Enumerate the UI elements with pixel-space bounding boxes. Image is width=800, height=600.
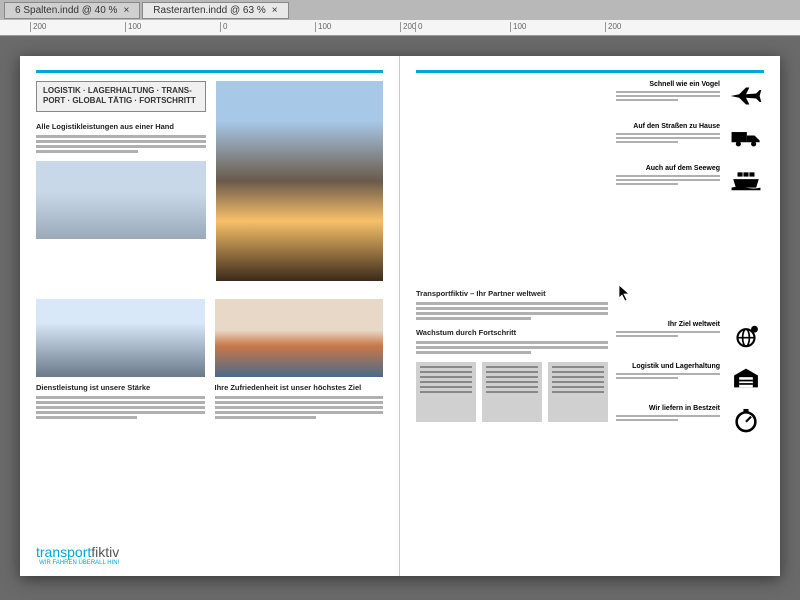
- ship-icon: [728, 165, 764, 195]
- tab-rasterarten[interactable]: Rasterarten.indd @ 63 % ×: [142, 2, 288, 19]
- feature-title: Logistik und Lagerhaltung: [616, 363, 720, 370]
- feature-title: Wir liefern in Bestzeit: [616, 405, 720, 412]
- ruler-mark: 200: [605, 22, 621, 32]
- ruler-mark: 100: [510, 22, 526, 32]
- body-text: [215, 396, 384, 419]
- feature-item: Ihr Ziel weltweit: [616, 321, 764, 351]
- image-airplane[interactable]: [36, 161, 206, 239]
- feature-title: Ihr Ziel weltweit: [616, 321, 720, 328]
- section-heading: Ihre Zufriedenheit ist unser höchstes Zi…: [215, 383, 384, 392]
- feature-title: Auf den Straßen zu Hause: [616, 123, 720, 130]
- ruler-mark: 200: [400, 22, 416, 32]
- section-heading: Alle Logistikleistungen aus einer Hand: [36, 122, 206, 131]
- feature-title: Schnell wie ein Vogel: [616, 81, 720, 88]
- document-tab-bar: 6 Spalten.indd @ 40 % × Rasterarten.indd…: [0, 0, 800, 20]
- right-page[interactable]: Schnell wie ein Vogel Auf den Straßen zu…: [400, 56, 780, 576]
- feature-item: Wir liefern in Bestzeit: [616, 405, 764, 435]
- ruler-mark: 0: [415, 22, 422, 32]
- logo-part-b: fiktiv: [91, 544, 119, 560]
- image-hero-city[interactable]: [216, 81, 383, 281]
- data-columns: [416, 362, 608, 422]
- feature-item: Auf den Straßen zu Hause: [616, 123, 764, 153]
- feature-item: Logistik und Lagerhaltung: [616, 363, 764, 393]
- tab-label: Rasterarten.indd @ 63 %: [153, 5, 265, 16]
- logo-part-a: transport: [36, 544, 91, 560]
- ruler-mark: 100: [315, 22, 331, 32]
- body-text: [36, 135, 206, 153]
- hero-overflow: [416, 81, 608, 289]
- section-heading: Transportfiktiv – Ihr Partner weltweit: [416, 289, 608, 298]
- image-truck[interactable]: [36, 299, 205, 377]
- ruler-mark: 200: [30, 22, 46, 32]
- ruler-mark: 0: [220, 22, 227, 32]
- airplane-icon: [728, 81, 764, 111]
- close-icon[interactable]: ×: [123, 5, 129, 16]
- tagline-box[interactable]: LOGISTIK · LAGERHALTUNG · TRANS- PORT · …: [36, 81, 206, 112]
- brand-logo: transportfiktiv WIR FAHREN ÜBERALL HIN!: [36, 544, 119, 566]
- body-text: [416, 341, 608, 354]
- feature-item: Schnell wie ein Vogel: [616, 81, 764, 111]
- tab-6-spalten[interactable]: 6 Spalten.indd @ 40 % ×: [4, 2, 140, 19]
- image-container-ship[interactable]: [215, 299, 384, 377]
- accent-bar: [36, 70, 383, 73]
- page-spread: LOGISTIK · LAGERHALTUNG · TRANS- PORT · …: [20, 56, 780, 576]
- close-icon[interactable]: ×: [272, 5, 278, 16]
- section-heading: Wachstum durch Fortschritt: [416, 328, 608, 337]
- tab-label: 6 Spalten.indd @ 40 %: [15, 5, 117, 16]
- accent-bar: [416, 70, 764, 73]
- truck-icon: [728, 123, 764, 153]
- document-workspace[interactable]: LOGISTIK · LAGERHALTUNG · TRANS- PORT · …: [0, 36, 800, 600]
- stopwatch-icon: [728, 405, 764, 435]
- section-heading: Dienstleistung ist unsere Stärke: [36, 383, 205, 392]
- body-text: [36, 396, 205, 419]
- left-page[interactable]: LOGISTIK · LAGERHALTUNG · TRANS- PORT · …: [20, 56, 400, 576]
- globe-icon: [728, 321, 764, 351]
- logo-subtitle: WIR FAHREN ÜBERALL HIN!: [36, 560, 119, 566]
- cursor-pointer: [618, 284, 632, 302]
- feature-item: Auch auf dem Seeweg: [616, 165, 764, 195]
- feature-title: Auch auf dem Seeweg: [616, 165, 720, 172]
- body-text: [416, 302, 608, 320]
- warehouse-icon: [728, 363, 764, 393]
- ruler-mark: 100: [125, 22, 141, 32]
- horizontal-ruler[interactable]: 200 100 0 100 200 0 100 200: [0, 20, 800, 36]
